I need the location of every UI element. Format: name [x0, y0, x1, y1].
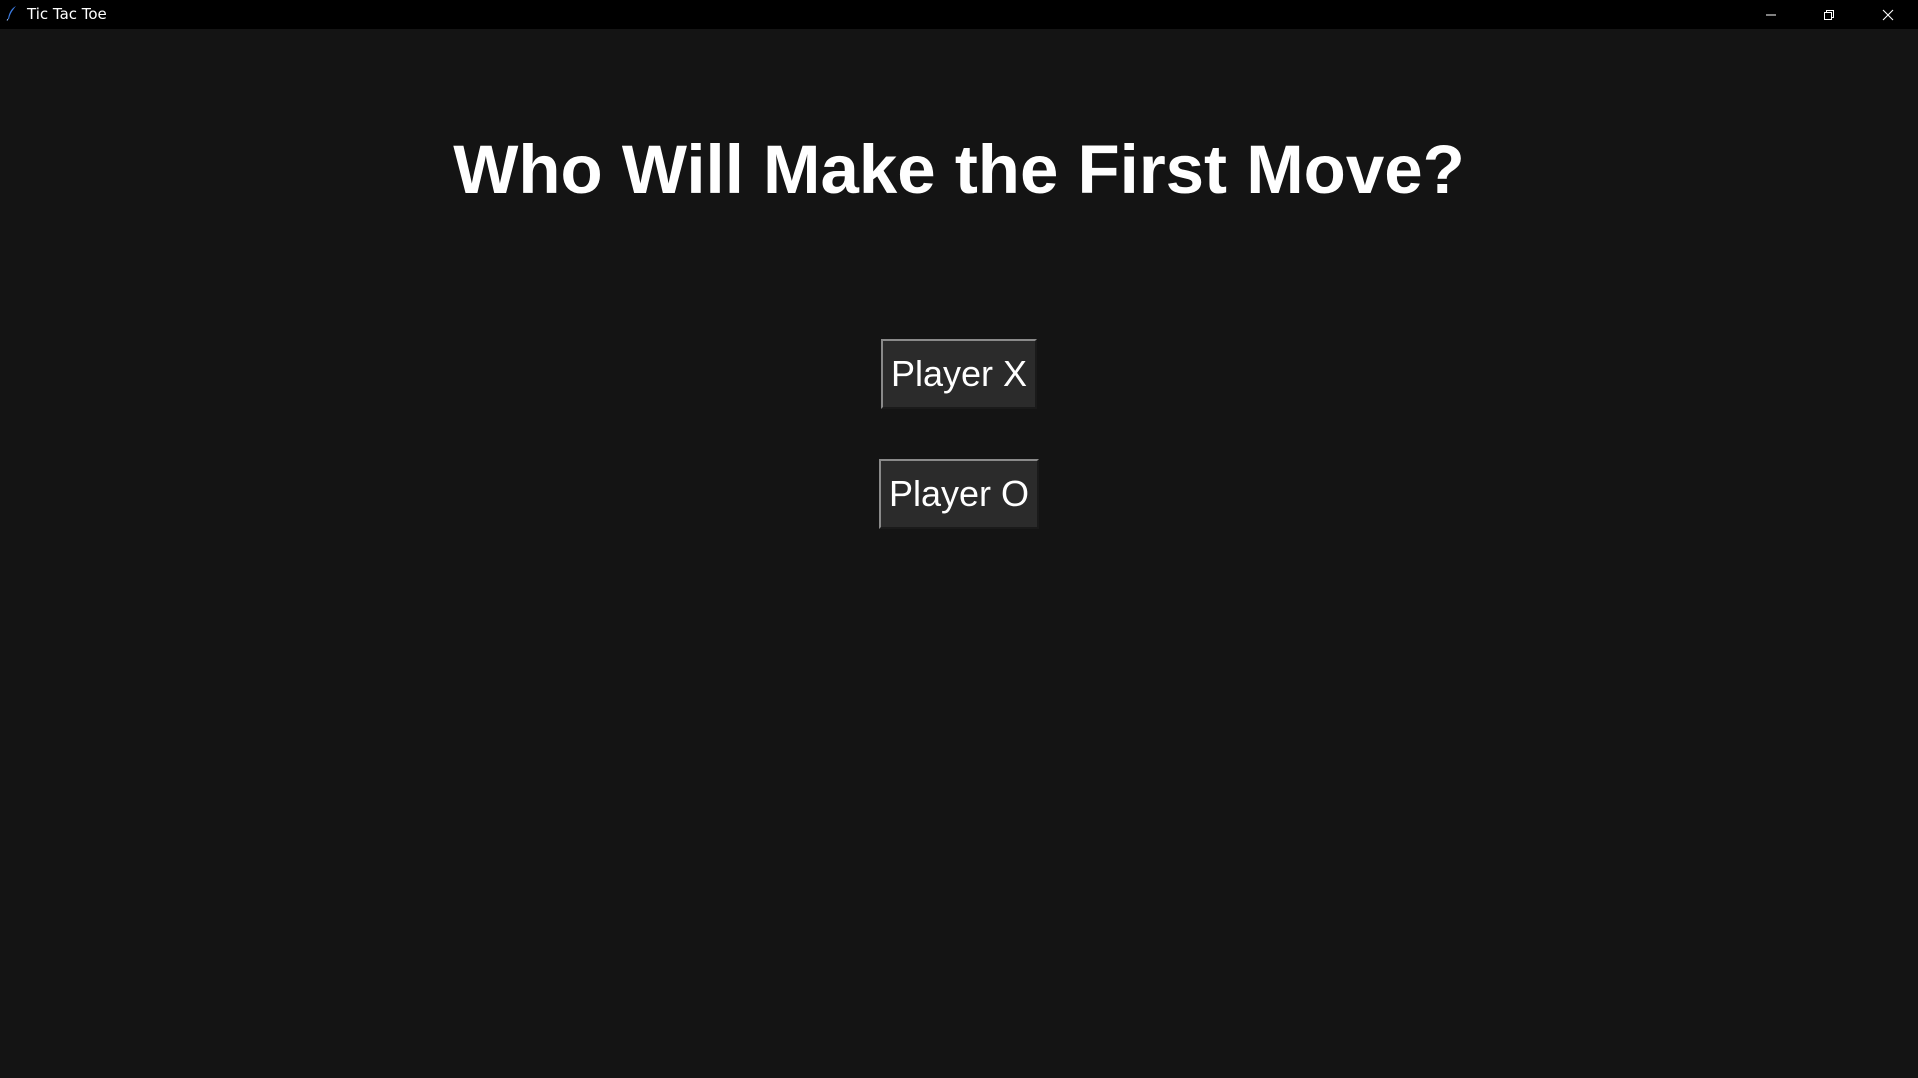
close-icon [1882, 9, 1894, 21]
player-o-button[interactable]: Player O [879, 459, 1039, 529]
player-x-label: Player X [890, 353, 1028, 394]
feather-icon [5, 5, 19, 21]
close-button[interactable] [1858, 0, 1918, 29]
minimize-icon [1765, 9, 1777, 21]
window-title: Tic Tac Toe [27, 5, 107, 23]
minimize-button[interactable] [1742, 0, 1800, 29]
player-o-label: Player O [888, 473, 1030, 514]
restore-button[interactable] [1800, 0, 1858, 29]
title-bar[interactable]: Tic Tac Toe [0, 0, 1918, 29]
player-x-button[interactable]: Player X [881, 339, 1037, 409]
app-window: Tic Tac Toe Who Will Make the First Move… [0, 0, 1918, 1078]
page-title: Who Will Make the First Move? [453, 131, 1465, 208]
restore-icon [1823, 9, 1835, 21]
